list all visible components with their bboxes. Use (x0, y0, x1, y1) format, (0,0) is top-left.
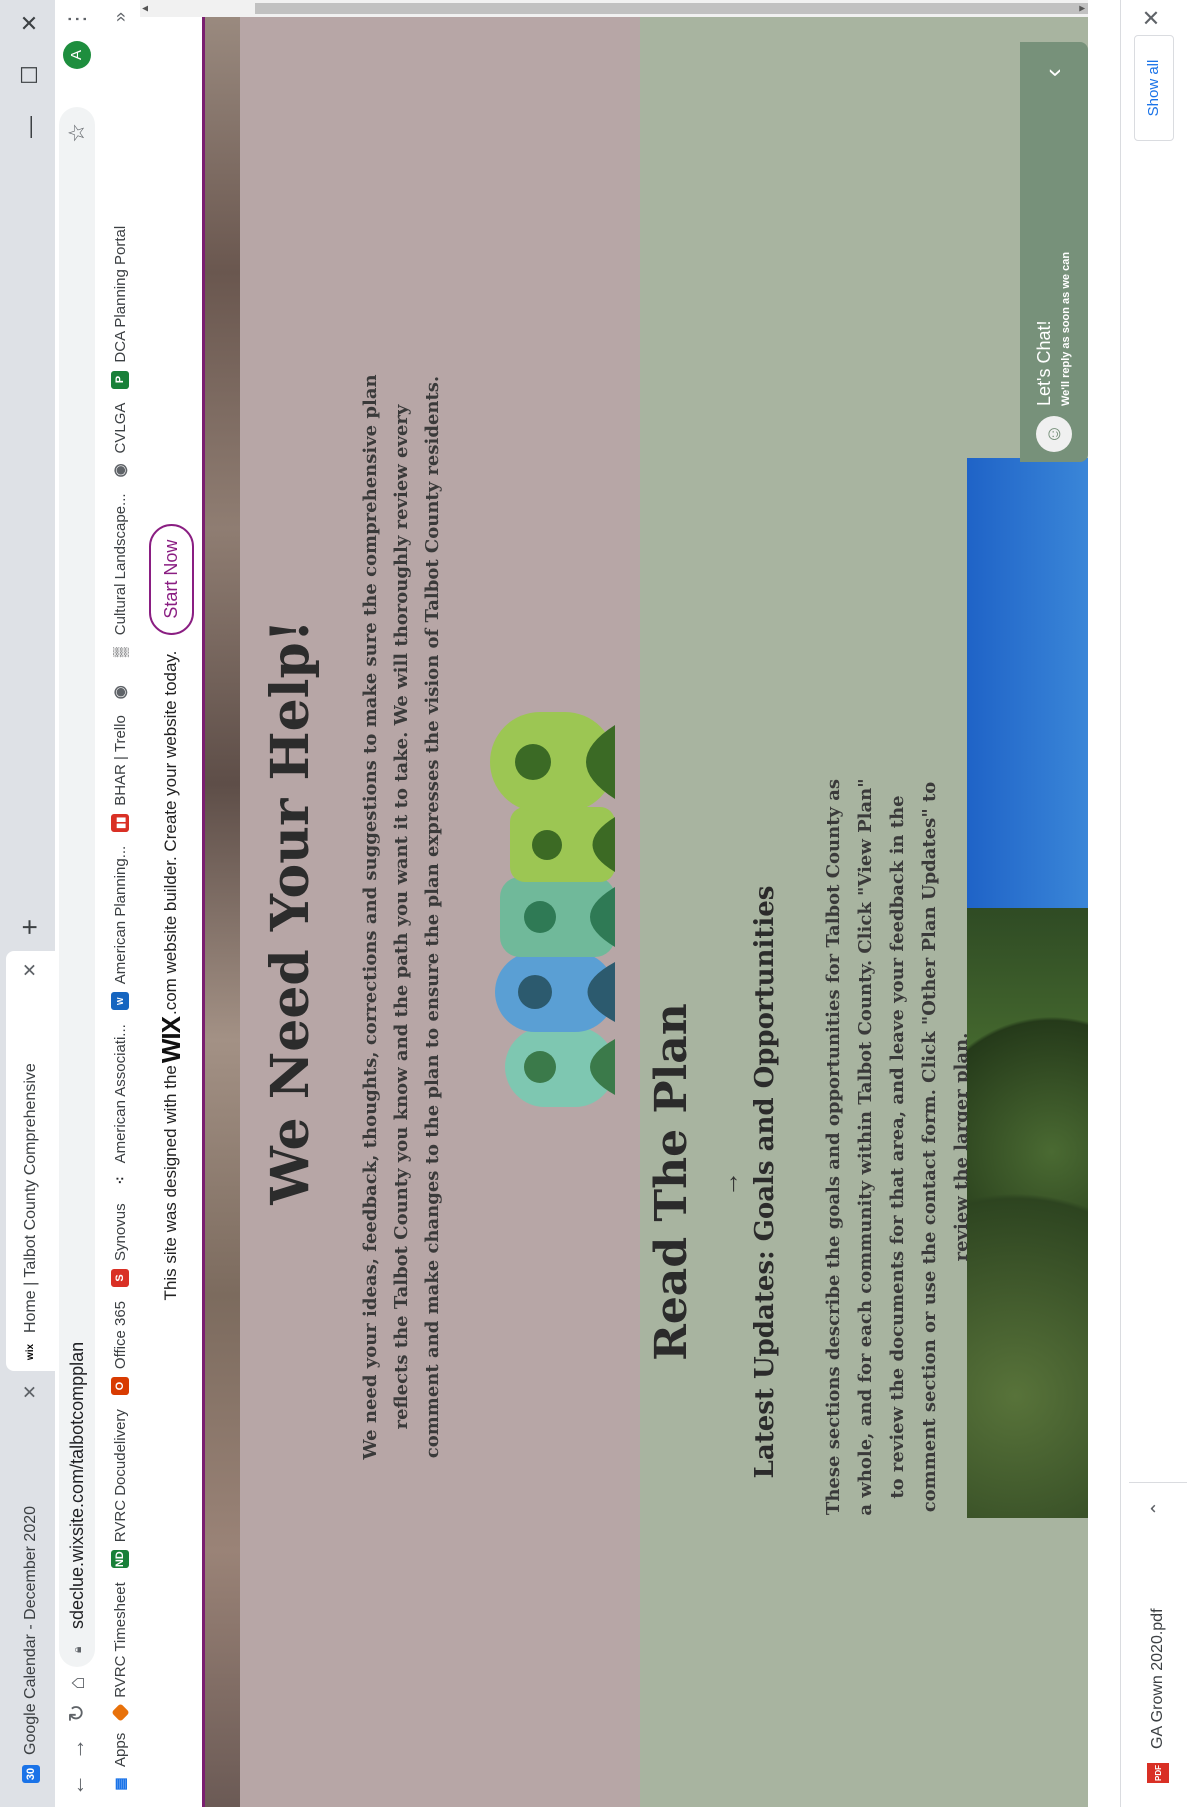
plan-subheading: Latest Updates: Goals and Opportunities (750, 885, 780, 1479)
bookmark-rvrc-timesheet[interactable]: RVRC Timesheet (110, 1582, 130, 1722)
new-tab-button[interactable]: + (10, 907, 50, 947)
bookmark-star-icon[interactable]: ☆ (64, 123, 90, 143)
bookmark-synovus[interactable]: S Synovus (111, 1203, 129, 1287)
downloads-bar: PDF GA Grown 2020.pdf ⌃ Show all ✕ (1120, 0, 1196, 1807)
bookmarks-bar: ▦ Apps RVRC Timesheet ND RVRC Docudelivery… (100, 0, 141, 1807)
page-viewport: This site was designed with the WIX .com… (140, 0, 1088, 1807)
chat-widget[interactable]: ☺ Let's Chat! We'll reply as soon as we … (1020, 42, 1088, 462)
bookmark-rvrc-docudelivery[interactable]: ND RVRC Docudelivery (111, 1409, 129, 1569)
vertical-scrollbar[interactable]: ▲ ▼ (140, 0, 1088, 17)
bookmark-office-365[interactable]: O Office 365 (111, 1301, 129, 1396)
tree-canopy (967, 908, 1088, 1518)
wix-logo[interactable]: WIX (156, 1017, 187, 1063)
url-text: sdeclue.wixsite.com/talbotcompplan (66, 1341, 87, 1629)
profile-avatar[interactable]: A (63, 41, 91, 69)
chevron-up-icon[interactable]: ‹ (1038, 68, 1069, 77)
chevron-double-right-icon[interactable]: » (110, 12, 131, 22)
menu-dots-icon[interactable]: ⋮ (59, 7, 95, 31)
tab-google-calendar[interactable]: 30 Google Calendar - December 2020 ✕ (6, 1373, 55, 1793)
landscape-photo (967, 458, 1088, 1518)
plan-heading: Read The Plan (646, 1003, 697, 1361)
trello-icon: ▮▮ (111, 813, 129, 832)
start-now-button[interactable]: Start Now (148, 523, 194, 635)
person-3 (500, 877, 615, 957)
person-2 (495, 952, 615, 1032)
globe-icon: ◉ (112, 685, 129, 700)
person-5 (490, 712, 615, 812)
banner-text-before: This site was designed with the (161, 1065, 180, 1301)
person-4 (510, 807, 615, 882)
browser-window: 30 Google Calendar - December 2020 ✕ wix… (0, 0, 1196, 1807)
apps-grid-icon: ▦ (111, 1777, 128, 1791)
bookmark-american-association[interactable]: ⁖ American Associati... (111, 1024, 129, 1189)
chat-title: Let's Chat! (1034, 320, 1054, 406)
office-icon: O (111, 1377, 129, 1396)
globe-icon: ◉ (112, 463, 129, 478)
chevron-up-icon[interactable]: ⌃ (1148, 1501, 1169, 1516)
smiley-icon: ☺ (1036, 416, 1072, 452)
back-icon[interactable]: ← (59, 1767, 95, 1803)
dca-icon: P (111, 370, 129, 389)
scroll-up-icon[interactable]: ▲ (140, 0, 151, 17)
chat-subtitle: We'll reply as soon as we can (1060, 251, 1072, 406)
wix-icon: wix (25, 1343, 36, 1361)
show-all-button[interactable]: Show all (1134, 35, 1174, 141)
close-tab-icon[interactable]: ✕ (20, 1383, 41, 1401)
bookmark-bhar-trello[interactable]: ▮▮ BHAR | Trello (111, 715, 129, 832)
bookmark-apps[interactable]: ▦ Apps (111, 1733, 129, 1793)
synovus-icon: S (111, 1268, 129, 1287)
maximize-button[interactable]: ☐ (10, 55, 50, 95)
bookmark-cultural-landscape[interactable]: ▒ Cultural Landscape... (111, 493, 129, 661)
docudelivery-icon: ND (111, 1550, 129, 1569)
help-heading: We Need Your Help! (260, 619, 321, 1205)
bookmark-dca-planning-portal[interactable]: P DCA Planning Portal (111, 226, 129, 389)
tab-talbot-county[interactable]: wix Home | Talbot County Comprehensive ✕ (6, 951, 55, 1371)
home-icon[interactable]: ⌂ (59, 1665, 95, 1701)
tab-strip: 30 Google Calendar - December 2020 ✕ wix… (0, 0, 55, 1807)
tab-title: Google Calendar - December 2020 (21, 1505, 39, 1755)
scroll-down-icon[interactable]: ▼ (1077, 0, 1088, 17)
download-item[interactable]: PDF GA Grown 2020.pdf ⌃ (1129, 1482, 1187, 1793)
timesheet-icon (110, 1703, 130, 1722)
dots-icon: ⁖ (111, 1176, 128, 1185)
lock-icon: 🔒︎ (70, 1646, 84, 1653)
bookmark-american-planning[interactable]: W American Planning... (111, 846, 129, 1011)
forward-icon[interactable]: → (59, 1731, 95, 1767)
bookmark-globe[interactable]: ◉ (111, 675, 129, 701)
apa-icon: W (111, 992, 129, 1011)
calendar-icon: 30 (21, 1765, 40, 1783)
hero-image (205, 17, 240, 1807)
people-silhouettes-image (490, 712, 615, 1107)
browser-toolbar: ← → ↻ ⌂ 🔒︎ sdeclue.wixsite.com/talbotcom… (55, 0, 100, 1807)
person-1 (505, 1027, 615, 1107)
close-icon[interactable]: ✕ (1139, 9, 1165, 27)
sky-area (967, 458, 1088, 908)
bookmark-cvlga[interactable]: ◉ CVLGA (111, 403, 130, 480)
scrollbar-thumb[interactable] (255, 3, 1088, 14)
cultural-icon: ▒ (112, 647, 128, 658)
download-filename: GA Grown 2020.pdf (1149, 1608, 1166, 1749)
close-window-button[interactable]: ✕ (10, 3, 50, 43)
arrow-right-icon: → (714, 1171, 744, 1197)
banner-text-after: .com website builder. Create your websit… (161, 650, 180, 1016)
minimize-button[interactable]: — (10, 107, 50, 147)
help-section: We Need Your Help! We need your ideas, f… (240, 17, 640, 1807)
tab-title: Home | Talbot County Comprehensive (21, 1063, 39, 1333)
plan-body: These sections describe the goals and op… (823, 778, 972, 1516)
close-tab-icon[interactable]: ✕ (20, 961, 41, 979)
help-body: We need your ideas, feedback, thoughts, … (360, 374, 443, 1460)
address-bar[interactable]: 🔒︎ sdeclue.wixsite.com/talbotcompplan ☆ (59, 107, 95, 1667)
wix-banner: This site was designed with the WIX .com… (140, 17, 205, 1807)
pdf-file-icon: PDF (1147, 1763, 1169, 1783)
